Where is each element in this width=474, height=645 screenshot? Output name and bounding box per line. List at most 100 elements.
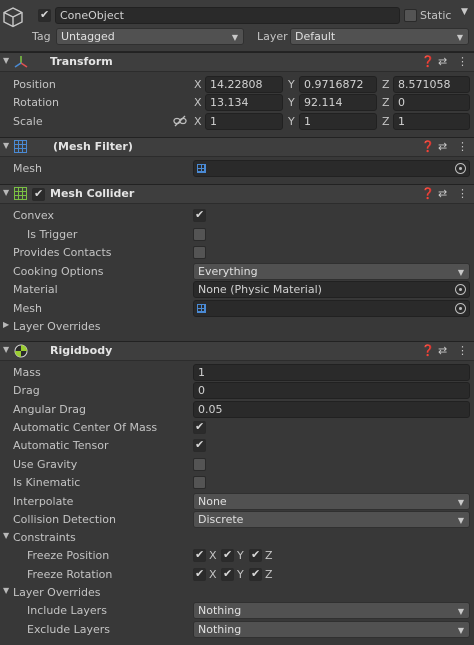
presets-icon[interactable]: ⇄ — [438, 53, 447, 71]
more-icon[interactable]: ⋮ — [457, 138, 468, 156]
transform-axes-icon — [14, 56, 28, 68]
include-layers-label: Include Layers — [27, 604, 107, 617]
rigidbody-fold-icon[interactable]: ▼ — [3, 341, 9, 359]
mesh-filter-fold-icon[interactable]: ▼ — [3, 137, 9, 155]
object-name-field[interactable]: ConeObject — [55, 7, 400, 24]
convex-checkbox[interactable] — [193, 208, 206, 222]
position-x-field[interactable]: 14.22808 — [205, 76, 283, 93]
scale-z-axis[interactable]: Z — [382, 115, 390, 129]
scale-y-field[interactable]: 1 — [299, 113, 377, 130]
constraints-label[interactable]: Constraints — [13, 531, 76, 545]
rotation-y-axis[interactable]: Y — [288, 96, 295, 110]
link-icon[interactable] — [173, 115, 187, 127]
transform-fold-icon[interactable]: ▼ — [3, 52, 9, 70]
presets-icon[interactable]: ⇄ — [438, 342, 447, 360]
tag-dropdown[interactable]: Untagged — [56, 28, 244, 45]
static-checkbox[interactable] — [404, 9, 417, 22]
mass-label: Mass — [13, 366, 41, 379]
presets-icon[interactable]: ⇄ — [438, 185, 447, 203]
mesh-collider-fold-icon[interactable]: ▼ — [3, 184, 9, 202]
mesh-filter-mesh-label: Mesh — [13, 162, 42, 175]
object-picker-icon[interactable] — [455, 303, 466, 314]
scale-x-axis[interactable]: X — [194, 115, 202, 129]
scale-y-axis[interactable]: Y — [288, 115, 295, 129]
presets-icon[interactable]: ⇄ — [438, 138, 447, 156]
freeze-position-z-checkbox[interactable] — [249, 548, 262, 562]
rigidbody-sphere-icon — [14, 344, 28, 358]
layer-overrides-fold-icon[interactable]: ▶ — [3, 316, 9, 334]
freeze-rotation-z-checkbox[interactable] — [249, 567, 262, 581]
drag-label: Drag — [13, 384, 40, 397]
position-y-axis[interactable]: Y — [288, 78, 295, 92]
mesh-collider-enabled-checkbox[interactable] — [32, 187, 45, 201]
cube-icon — [3, 7, 23, 28]
angular-drag-field[interactable]: 0.05 — [193, 401, 470, 418]
mesh-filter-grid-icon — [14, 140, 27, 153]
material-field[interactable]: None (Physic Material) — [193, 281, 470, 298]
rotation-y-field[interactable]: 92.114 — [299, 94, 377, 111]
mesh-collider-grid-icon — [14, 187, 27, 200]
include-layers-dropdown[interactable]: Nothing — [193, 602, 470, 619]
constraints-fold-icon[interactable]: ▼ — [3, 527, 9, 545]
mesh-asset-icon — [197, 304, 206, 313]
rotation-z-axis[interactable]: Z — [382, 96, 390, 110]
more-icon[interactable]: ⋮ — [457, 53, 468, 71]
position-x-axis[interactable]: X — [194, 78, 202, 92]
layer-dropdown[interactable]: Default — [290, 28, 469, 45]
active-checkbox[interactable] — [38, 8, 51, 22]
drag-field[interactable]: 0 — [193, 382, 470, 399]
help-icon[interactable]: ❓ — [421, 138, 435, 156]
collision-detection-label: Collision Detection — [13, 513, 117, 526]
rotation-x-field[interactable]: 13.134 — [205, 94, 283, 111]
freeze-rotation-y-label: Y — [237, 568, 244, 581]
freeze-rotation-label: Freeze Rotation — [27, 568, 113, 581]
position-z-field[interactable]: 8.571058 — [393, 76, 470, 93]
object-picker-icon[interactable] — [455, 284, 466, 295]
mesh-collider-layer-overrides-label[interactable]: Layer Overrides — [13, 320, 101, 334]
freeze-position-x-label: X — [209, 549, 217, 562]
cooking-options-label: Cooking Options — [13, 265, 104, 278]
provides-contacts-label: Provides Contacts — [13, 246, 112, 259]
freeze-position-y-label: Y — [237, 549, 244, 562]
auto-com-label: Automatic Center Of Mass — [13, 421, 158, 434]
help-icon[interactable]: ❓ — [421, 53, 435, 71]
exclude-layers-label: Exclude Layers — [27, 623, 110, 636]
object-picker-icon[interactable] — [455, 163, 466, 174]
rotation-z-field[interactable]: 0 — [393, 94, 470, 111]
is-trigger-checkbox[interactable] — [193, 228, 206, 241]
freeze-position-y-checkbox[interactable] — [221, 548, 234, 562]
mass-field[interactable]: 1 — [193, 364, 470, 381]
more-icon[interactable]: ⋮ — [457, 185, 468, 203]
cooking-options-dropdown[interactable]: Everything — [193, 263, 470, 280]
freeze-rotation-x-checkbox[interactable] — [193, 567, 206, 581]
rigidbody-layer-overrides-label[interactable]: Layer Overrides — [13, 586, 101, 600]
help-icon[interactable]: ❓ — [421, 185, 435, 203]
help-icon[interactable]: ❓ — [421, 342, 435, 360]
use-gravity-label: Use Gravity — [13, 458, 78, 471]
static-dropdown-arrow-icon[interactable]: ▼ — [461, 7, 468, 17]
collision-detection-dropdown[interactable]: Discrete — [193, 511, 470, 528]
freeze-rotation-y-checkbox[interactable] — [221, 567, 234, 581]
more-icon[interactable]: ⋮ — [457, 342, 468, 360]
scale-x-field[interactable]: 1 — [205, 113, 283, 130]
mesh-collider-mesh-label: Mesh — [13, 302, 42, 315]
exclude-layers-dropdown[interactable]: Nothing — [193, 621, 470, 638]
rotation-x-axis[interactable]: X — [194, 96, 202, 110]
is-kinematic-label: Is Kinematic — [13, 476, 81, 489]
mesh-asset-icon — [197, 164, 206, 173]
is-trigger-label: Is Trigger — [27, 228, 78, 241]
scale-z-field[interactable]: 1 — [393, 113, 470, 130]
provides-contacts-checkbox[interactable] — [193, 246, 206, 259]
rigidbody-layer-overrides-fold-icon[interactable]: ▼ — [3, 582, 9, 600]
auto-com-checkbox[interactable] — [193, 420, 206, 434]
position-z-axis[interactable]: Z — [382, 78, 390, 92]
mesh-filter-mesh-field[interactable] — [193, 160, 470, 177]
is-kinematic-checkbox[interactable] — [193, 476, 206, 489]
freeze-position-x-checkbox[interactable] — [193, 548, 206, 562]
auto-tensor-checkbox[interactable] — [193, 438, 206, 452]
use-gravity-checkbox[interactable] — [193, 458, 206, 471]
position-y-field[interactable]: 0.9716872 — [299, 76, 377, 93]
interpolate-label: Interpolate — [13, 495, 74, 508]
mesh-collider-mesh-field[interactable] — [193, 300, 470, 317]
interpolate-dropdown[interactable]: None — [193, 493, 470, 510]
